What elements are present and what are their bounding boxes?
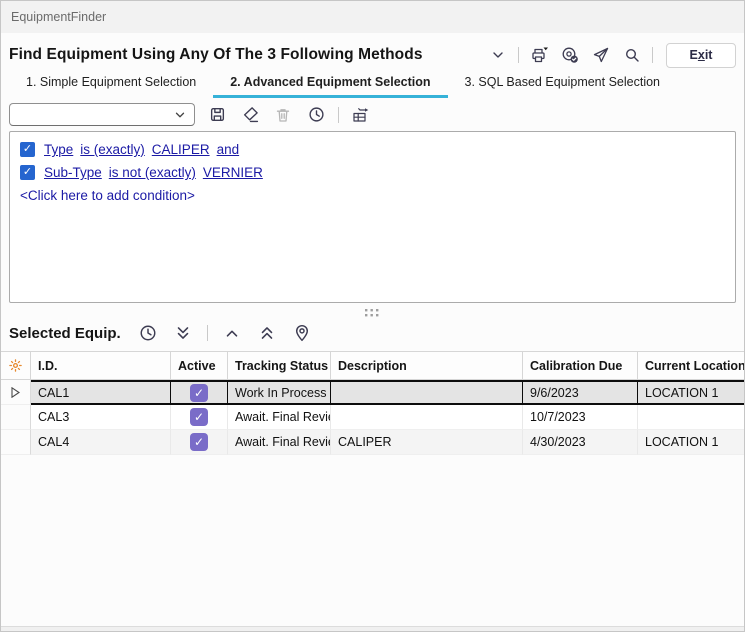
chevron-down-icon [173,108,187,122]
condition-link[interactable]: Sub-Type [44,165,102,180]
tab-sql-based-equipment-selection[interactable]: 3. SQL Based Equipment Selection [448,71,678,98]
condition-links: Type is (exactly) CALIPER and [44,142,239,157]
save-icon[interactable] [206,104,228,126]
cell-calibration-due[interactable]: 4/30/2023 [523,430,638,455]
table-row[interactable]: CAL3 ✓ Await. Final Review 10/7/2023 [1,405,745,430]
cell-id[interactable]: CAL3 [31,405,171,430]
splitter-grip-icon [364,309,380,317]
condition-row: ✓ Sub-Type is not (exactly) VERNIER [20,162,725,183]
row-indicator-cell[interactable] [1,405,31,430]
trash-icon [272,104,294,126]
cell-calibration-due[interactable]: 9/6/2023 [523,380,638,405]
chevron-up-icon[interactable] [221,322,243,344]
column-header-tracking-status[interactable]: Tracking Status [228,352,331,379]
history-clock-icon[interactable] [305,104,327,126]
condition-checkbox[interactable]: ✓ [20,142,35,157]
selected-equip-header: Selected Equip. [1,321,744,351]
grid-corner-cell[interactable] [1,352,31,379]
grid-header: I.D. Active Tracking Status Description … [1,351,745,380]
column-header-active[interactable]: Active [171,352,228,379]
tab-simple-equipment-selection[interactable]: 1. Simple Equipment Selection [9,71,213,98]
header-toolbar: Exit [487,43,736,68]
cell-active: ✓ [171,430,228,455]
tab-advanced-equipment-selection[interactable]: 2. Advanced Equipment Selection [213,71,447,98]
double-chevron-down-icon[interactable] [172,322,194,344]
condition-links: Sub-Type is not (exactly) VERNIER [44,165,263,180]
current-row-arrow-icon [11,387,20,398]
selected-equipment-grid: I.D. Active Tracking Status Description … [1,351,745,455]
window-title: EquipmentFinder [11,10,106,24]
print-icon[interactable] [528,44,550,66]
cell-description[interactable] [331,380,523,405]
grid-body: CAL1 ✓ Work In Process 9/6/2023 LOCATION… [1,380,745,455]
separator [338,107,339,123]
selected-equip-toolbar [137,322,313,344]
condition-row: ✓ Type is (exactly) CALIPER and [20,139,725,160]
active-checkbox[interactable]: ✓ [190,433,208,451]
page-title: Find Equipment Using Any Of The 3 Follow… [9,46,487,64]
cell-current-location[interactable]: LOCATION 1 [638,430,745,455]
method-tabs: 1. Simple Equipment Selection 2. Advance… [1,71,744,98]
clock-icon[interactable] [137,322,159,344]
settings-check-icon[interactable] [559,44,581,66]
cell-active: ✓ [171,380,228,405]
condition-list: ✓ Type is (exactly) CALIPER and ✓ Sub-Type i… [20,139,725,183]
window-bottom-frame [1,626,744,631]
eraser-icon[interactable] [239,104,261,126]
splitter-handle[interactable] [1,303,744,321]
separator [518,47,519,63]
cell-tracking-status[interactable]: Await. Final Review [228,405,331,430]
column-header-description[interactable]: Description [331,352,523,379]
selected-equip-label: Selected Equip. [9,325,137,342]
location-pin-icon[interactable] [291,322,313,344]
column-header-calibration-due[interactable]: Calibration Due [523,352,638,379]
double-chevron-up-icon[interactable] [256,322,278,344]
condition-link[interactable]: VERNIER [203,165,263,180]
condition-builder[interactable]: ✓ Type is (exactly) CALIPER and ✓ Sub-Type i… [9,131,736,303]
sun-loading-icon [8,358,23,373]
header-row: Find Equipment Using Any Of The 3 Follow… [1,33,744,71]
condition-link[interactable]: is (exactly) [80,142,145,157]
send-to-grid-icon[interactable] [350,104,372,126]
cell-tracking-status[interactable]: Work In Process [228,380,331,405]
add-condition-link[interactable]: <Click here to add condition> [20,188,195,203]
row-indicator-cell[interactable] [1,380,31,405]
equipment-finder-window: EquipmentFinder Find Equipment Using Any… [0,0,745,632]
column-header-current-location[interactable]: Current Location [638,352,745,379]
exit-button[interactable]: Exit [666,43,736,68]
search-icon[interactable] [621,44,643,66]
table-row[interactable]: CAL1 ✓ Work In Process 9/6/2023 LOCATION… [1,380,745,405]
send-icon[interactable] [590,44,612,66]
condition-link[interactable]: Type [44,142,73,157]
condition-toolbar [1,98,744,129]
cell-id[interactable]: CAL1 [31,380,171,405]
titlebar: EquipmentFinder [1,1,744,33]
cell-tracking-status[interactable]: Await. Final Review [228,430,331,455]
cell-id[interactable]: CAL4 [31,430,171,455]
separator [207,325,208,341]
active-checkbox[interactable]: ✓ [190,384,208,402]
cell-current-location[interactable] [638,405,745,430]
saved-filter-combobox[interactable] [9,103,195,126]
cell-description[interactable]: CALIPER [331,430,523,455]
cell-current-location[interactable]: LOCATION 1 [638,380,745,405]
condition-link[interactable]: CALIPER [152,142,210,157]
table-row[interactable]: CAL4 ✓ Await. Final Review CALIPER 4/30/… [1,430,745,455]
separator [652,47,653,63]
active-checkbox[interactable]: ✓ [190,408,208,426]
chevron-down-icon[interactable] [487,44,509,66]
cell-description[interactable] [331,405,523,430]
condition-link[interactable]: and [217,142,240,157]
row-indicator-cell[interactable] [1,430,31,455]
condition-link[interactable]: is not (exactly) [109,165,196,180]
cell-calibration-due[interactable]: 10/7/2023 [523,405,638,430]
condition-checkbox[interactable]: ✓ [20,165,35,180]
column-header-id[interactable]: I.D. [31,352,171,379]
cell-active: ✓ [171,405,228,430]
